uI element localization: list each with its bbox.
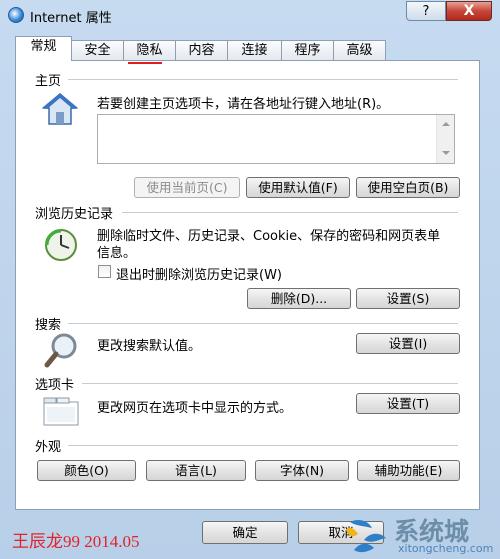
home-separator bbox=[68, 79, 458, 80]
tab-general[interactable]: 常规 bbox=[15, 36, 72, 61]
appearance-separator bbox=[68, 445, 458, 446]
fonts-button[interactable]: 字体(N) bbox=[255, 460, 349, 481]
window-title: Internet 属性 bbox=[30, 11, 112, 26]
history-separator bbox=[122, 212, 458, 213]
internet-globe-icon bbox=[8, 7, 24, 23]
accessibility-button[interactable]: 辅助功能(E) bbox=[357, 460, 460, 481]
search-settings-button[interactable]: 设置(I) bbox=[356, 333, 460, 354]
tab-content[interactable]: 内容 bbox=[175, 40, 228, 60]
privacy-tab-highlight bbox=[128, 62, 162, 64]
tab-programs[interactable]: 程序 bbox=[281, 40, 334, 60]
delete-on-exit-label[interactable]: 退出时删除浏览历史记录(W) bbox=[116, 264, 282, 283]
appearance-section-label: 外观 bbox=[35, 440, 62, 455]
internet-properties-dialog: Internet 属性 ? X 常规 安全 隐私 内容 连接 程序 高级 主页 … bbox=[0, 0, 500, 559]
home-page-address-input[interactable] bbox=[97, 114, 455, 164]
ok-button[interactable]: 确定 bbox=[202, 521, 288, 544]
site-logo: 系统城 xitongcheng.com bbox=[342, 510, 500, 559]
tab-security[interactable]: 安全 bbox=[71, 40, 124, 60]
home-section-label: 主页 bbox=[35, 74, 62, 89]
history-description-line1: 删除临时文件、历史记录、Cookie、保存的密码和网页表单 bbox=[97, 229, 441, 244]
history-description-line2: 信息。 bbox=[97, 246, 137, 261]
tab-advanced[interactable]: 高级 bbox=[333, 40, 386, 60]
colors-button[interactable]: 颜色(O) bbox=[37, 460, 136, 481]
delete-on-exit-checkbox[interactable] bbox=[98, 265, 111, 278]
home-instruction: 若要创建主页选项卡，请在各地址行键入地址(R)。 bbox=[97, 97, 390, 112]
search-separator bbox=[68, 323, 458, 324]
delete-history-button[interactable]: 删除(D)... bbox=[247, 288, 351, 309]
search-section-label: 搜索 bbox=[35, 318, 62, 333]
tabs-settings-button[interactable]: 设置(T) bbox=[356, 393, 460, 414]
home-page-icon bbox=[42, 93, 78, 125]
scroll-up-arrow-icon[interactable] bbox=[442, 122, 450, 126]
tab-connections[interactable]: 连接 bbox=[227, 40, 282, 60]
use-default-button[interactable]: 使用默认值(F) bbox=[246, 177, 350, 198]
search-description: 更改搜索默认值。 bbox=[97, 339, 202, 354]
tabs-description: 更改网页在选项卡中显示的方式。 bbox=[97, 401, 293, 416]
logo-subtext: xitongcheng.com bbox=[398, 542, 494, 555]
help-button[interactable]: ? bbox=[406, 1, 446, 21]
tabbed-browsing-icon bbox=[43, 397, 79, 426]
use-current-button[interactable]: 使用当前页(C) bbox=[134, 177, 240, 198]
history-settings-button[interactable]: 设置(S) bbox=[356, 288, 460, 309]
logo-mark-icon bbox=[346, 520, 386, 553]
tabs-section-label: 选项卡 bbox=[35, 378, 75, 393]
title-bar: Internet 属性 ? X bbox=[0, 0, 500, 30]
history-clock-icon bbox=[45, 229, 77, 261]
search-magnifier-icon bbox=[44, 333, 77, 368]
close-button[interactable]: X bbox=[446, 1, 492, 21]
address-scrollbar[interactable] bbox=[436, 115, 454, 163]
use-blank-button[interactable]: 使用空白页(B) bbox=[356, 177, 460, 198]
tabs-separator bbox=[82, 383, 458, 384]
tab-privacy[interactable]: 隐私 bbox=[123, 40, 176, 60]
author-watermark: 王辰龙99 2014.05 bbox=[12, 532, 140, 551]
languages-button[interactable]: 语言(L) bbox=[146, 460, 246, 481]
history-section-label: 浏览历史记录 bbox=[35, 207, 114, 222]
scroll-down-arrow-icon[interactable] bbox=[442, 151, 450, 155]
